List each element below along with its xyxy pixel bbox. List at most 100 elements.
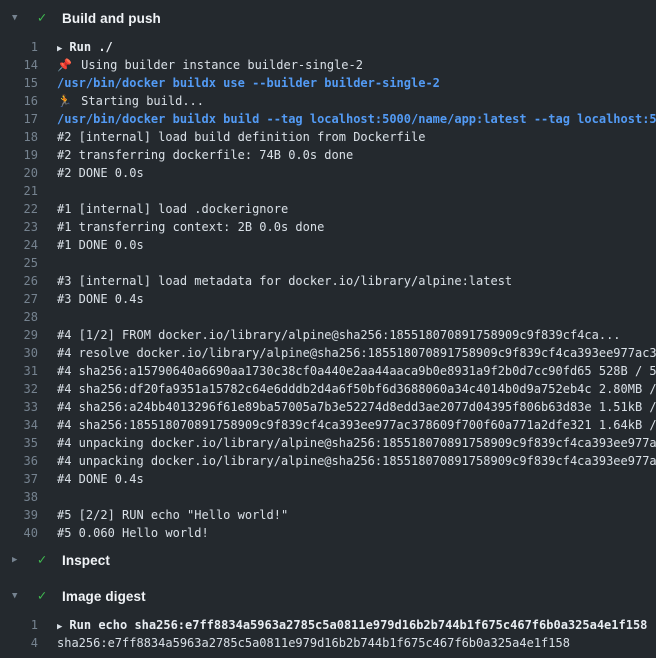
line-number[interactable]: 36 bbox=[0, 452, 38, 470]
section-header-build-and-push[interactable]: ▼ ✓ Build and push bbox=[0, 0, 656, 36]
line-number[interactable]: 32 bbox=[0, 380, 38, 398]
log-line: 20 #2 DONE 0.0s bbox=[0, 164, 656, 182]
log-line: 14 📌 Using builder instance builder-singl… bbox=[0, 56, 656, 74]
log-lines: 1 ▶Run ./ 14 📌 Using builder instance build… bbox=[0, 36, 656, 542]
pushpin-icon: 📌 bbox=[57, 58, 72, 72]
line-number[interactable]: 17 bbox=[0, 110, 38, 128]
line-number[interactable]: 23 bbox=[0, 218, 38, 236]
line-number[interactable]: 28 bbox=[0, 308, 38, 326]
log-line: 29#4 [1/2] FROM docker.io/library/alpine… bbox=[0, 326, 656, 344]
log-line: 25 bbox=[0, 254, 656, 272]
log-line: 31 #4 sha256:a15790640a6690aa1730c38cf0a4… bbox=[0, 362, 656, 380]
line-number[interactable]: 33 bbox=[0, 398, 38, 416]
line-number[interactable]: 39 bbox=[0, 506, 38, 524]
runner-icon: 🏃 bbox=[57, 94, 72, 108]
log-line: 34 #4 sha256:185518070891758909c9f839cf4c… bbox=[0, 416, 656, 434]
log-line: 27 #3 DONE 0.4s bbox=[0, 290, 656, 308]
log-line: 15/usr/bin/docker buildx use --builder b… bbox=[0, 74, 656, 92]
section-header-image-digest[interactable]: ▼ ✓ Image digest bbox=[0, 578, 656, 614]
line-number[interactable]: 20 bbox=[0, 164, 38, 182]
log-line: 21 bbox=[0, 182, 656, 200]
log-line: 4 sha256:e7ff8834a5963a2785c5a0811e979d16… bbox=[0, 634, 656, 652]
line-number[interactable]: 29 bbox=[0, 326, 38, 344]
line-content: #4 sha256:a15790640a6690aa1730c38cf0a440… bbox=[57, 362, 656, 380]
line-number[interactable]: 35 bbox=[0, 434, 38, 452]
line-content: sha256:e7ff8834a5963a2785c5a0811e979d16b… bbox=[57, 634, 570, 652]
line-number[interactable]: 21 bbox=[0, 182, 38, 200]
log-line: 1 ▶Run echo sha256:e7ff8834a5963a2785c5a0… bbox=[0, 616, 656, 634]
line-number[interactable]: 37 bbox=[0, 470, 38, 488]
line-number[interactable]: 22 bbox=[0, 200, 38, 218]
log-line: 40#5 0.060 Hello world! bbox=[0, 524, 656, 542]
line-content: /usr/bin/docker buildx build --tag local… bbox=[57, 110, 656, 128]
log-line: 17/usr/bin/docker buildx build --tag loc… bbox=[0, 110, 656, 128]
line-content: 📌 Using builder instance builder-single-… bbox=[57, 56, 363, 74]
line-content: #4 resolve docker.io/library/alpine@sha2… bbox=[57, 344, 656, 362]
line-content: #4 unpacking docker.io/library/alpine@sh… bbox=[57, 452, 656, 470]
line-content: #2 transferring dockerfile: 74B 0.0s don… bbox=[57, 146, 353, 164]
line-number[interactable]: 1 bbox=[0, 616, 38, 634]
line-content: #5 [2/2] RUN echo "Hello world!" bbox=[57, 506, 288, 524]
log-line: 23#1 transferring context: 2B 0.0s done bbox=[0, 218, 656, 236]
log-line: 33 #4 sha256:a24bb4013296f61e89ba57005a7b… bbox=[0, 398, 656, 416]
line-content: #1 [internal] load .dockerignore bbox=[57, 200, 288, 218]
workflow-log-viewer: ▼ ✓ Build and push 1▶Run ./14📌 Using bui… bbox=[0, 0, 656, 658]
line-number[interactable]: 15 bbox=[0, 74, 38, 92]
collapse-icon[interactable]: ▼ bbox=[12, 591, 28, 601]
success-check-icon: ✓ bbox=[34, 10, 50, 26]
line-content: /usr/bin/docker buildx use --builder bui… bbox=[57, 74, 440, 92]
log-line: 1 ▶Run ./ bbox=[0, 38, 656, 56]
section-title: Inspect bbox=[62, 553, 110, 568]
log-line: 37 #4 DONE 0.4s bbox=[0, 470, 656, 488]
line-number[interactable]: 31 bbox=[0, 362, 38, 380]
line-content: #4 DONE 0.4s bbox=[57, 470, 144, 488]
line-number[interactable]: 40 bbox=[0, 524, 38, 542]
log-line: 22 #1 [internal] load .dockerignore bbox=[0, 200, 656, 218]
line-number[interactable]: 34 bbox=[0, 416, 38, 434]
log-line: 28 bbox=[0, 308, 656, 326]
log-line: 19 #2 transferring dockerfile: 74B 0.0s d… bbox=[0, 146, 656, 164]
log-line: 24 #1 DONE 0.0s bbox=[0, 236, 656, 254]
line-number[interactable]: 27 bbox=[0, 290, 38, 308]
log-line: 38 bbox=[0, 488, 656, 506]
log-line: 26 #3 [internal] load metadata for docker… bbox=[0, 272, 656, 290]
line-content: #4 sha256:185518070891758909c9f839cf4ca3… bbox=[57, 416, 656, 434]
line-content: #4 unpacking docker.io/library/alpine@sh… bbox=[57, 434, 656, 452]
expand-group-icon[interactable]: ▶ bbox=[57, 618, 62, 634]
log-line: 30 #4 resolve docker.io/library/alpine@sh… bbox=[0, 344, 656, 362]
line-content: ▶Run ./ bbox=[57, 38, 113, 56]
section-inspect: ▶ ✓ Inspect bbox=[0, 542, 656, 578]
section-build-and-push: ▼ ✓ Build and push 1 ▶Run ./ 14 📌 Using bui… bbox=[0, 0, 656, 542]
collapse-icon[interactable]: ▼ bbox=[12, 13, 28, 23]
line-number[interactable]: 4 bbox=[0, 634, 38, 652]
section-title: Image digest bbox=[62, 589, 146, 604]
line-number[interactable]: 30 bbox=[0, 344, 38, 362]
line-number[interactable]: 38 bbox=[0, 488, 38, 506]
log-line: 32#4 sha256:df20fa9351a15782c64e6dddb2d4… bbox=[0, 380, 656, 398]
log-line: 16🏃 Starting build... bbox=[0, 92, 656, 110]
line-number[interactable]: 18 bbox=[0, 128, 38, 146]
log-line: 18 #2 [internal] load build definition fr… bbox=[0, 128, 656, 146]
line-content: #4 sha256:a24bb4013296f61e89ba57005a7b3e… bbox=[57, 398, 656, 416]
log-lines: 1 ▶Run echo sha256:e7ff8834a5963a2785c5a0… bbox=[0, 614, 656, 652]
log-line: 35 #4 unpacking docker.io/library/alpine@… bbox=[0, 434, 656, 452]
line-content: #3 DONE 0.4s bbox=[57, 290, 144, 308]
expand-group-icon[interactable]: ▶ bbox=[57, 40, 62, 56]
line-number[interactable]: 25 bbox=[0, 254, 38, 272]
line-content: #3 [internal] load metadata for docker.i… bbox=[57, 272, 512, 290]
line-number[interactable]: 19 bbox=[0, 146, 38, 164]
log-line: 39 #5 [2/2] RUN echo "Hello world!" bbox=[0, 506, 656, 524]
line-number[interactable]: 14 bbox=[0, 56, 38, 74]
expand-icon[interactable]: ▶ bbox=[12, 555, 28, 565]
section-header-inspect[interactable]: ▶ ✓ Inspect bbox=[0, 542, 656, 578]
line-number[interactable]: 24 bbox=[0, 236, 38, 254]
line-content: #2 DONE 0.0s bbox=[57, 164, 144, 182]
line-content: ▶Run echo sha256:e7ff8834a5963a2785c5a08… bbox=[57, 616, 647, 634]
section-title: Build and push bbox=[62, 11, 161, 26]
line-content: #2 [internal] load build definition from… bbox=[57, 128, 425, 146]
line-number[interactable]: 16 bbox=[0, 92, 38, 110]
line-content: #1 DONE 0.0s bbox=[57, 236, 144, 254]
success-check-icon: ✓ bbox=[34, 552, 50, 568]
line-number[interactable]: 1 bbox=[0, 38, 38, 56]
line-number[interactable]: 26 bbox=[0, 272, 38, 290]
